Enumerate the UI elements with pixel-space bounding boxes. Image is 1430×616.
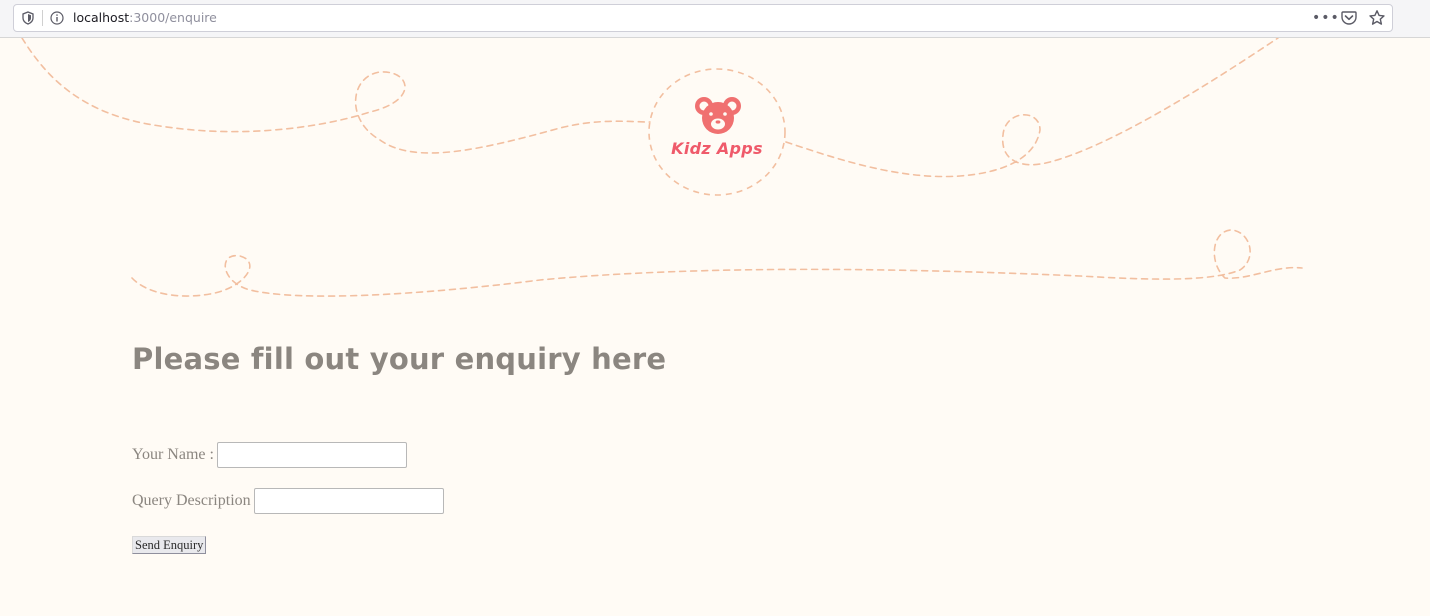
separator xyxy=(42,10,43,26)
address-bar[interactable]: localhost:3000/enquire ••• xyxy=(13,4,1393,32)
pocket-icon[interactable] xyxy=(1340,9,1358,27)
bookmark-star-icon[interactable] xyxy=(1368,9,1386,27)
name-row: Your Name : xyxy=(132,442,407,468)
query-row: Query Description xyxy=(132,488,444,514)
url-path: :3000/enquire xyxy=(129,10,217,25)
url-host: localhost xyxy=(73,10,130,25)
shield-icon[interactable] xyxy=(21,11,35,25)
query-description-input[interactable] xyxy=(253,488,444,514)
logo[interactable] xyxy=(648,68,786,196)
page-title: Please fill out your enquiry here xyxy=(132,342,667,376)
query-label: Query Description xyxy=(132,492,251,509)
bear-icon xyxy=(695,97,741,134)
info-icon[interactable] xyxy=(50,11,64,25)
name-label: Your Name : xyxy=(132,446,214,463)
logo-text: Kidz Apps xyxy=(671,139,763,158)
more-actions-icon[interactable]: ••• xyxy=(1312,9,1339,27)
url-text[interactable]: localhost:3000/enquire xyxy=(73,10,217,26)
name-input[interactable] xyxy=(216,442,407,468)
browser-toolbar: localhost:3000/enquire ••• xyxy=(0,0,1430,38)
send-enquiry-button[interactable]: Send Enquiry xyxy=(132,536,207,554)
